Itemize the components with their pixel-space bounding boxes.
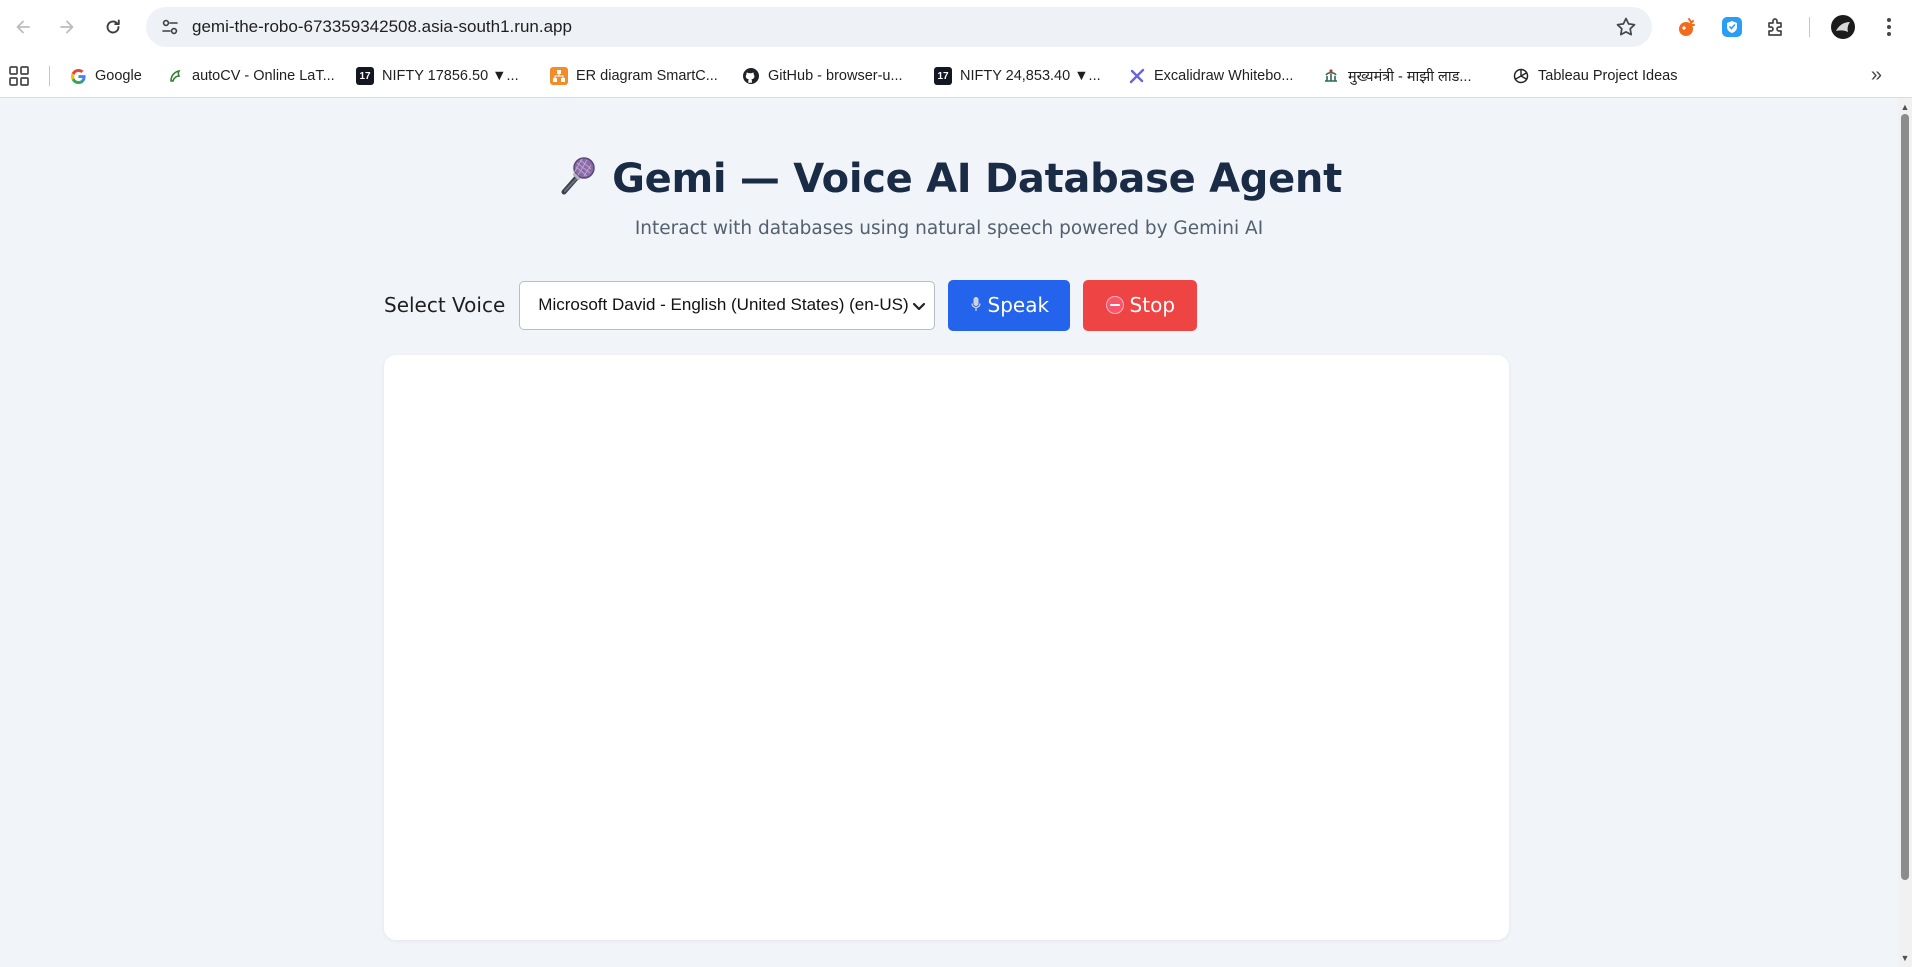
toolbar-divider <box>1809 17 1810 37</box>
google-icon <box>69 67 87 85</box>
bookmark-label: Google <box>95 68 142 84</box>
smartdraw-icon <box>550 67 568 85</box>
autocv-icon <box>166 67 184 85</box>
forward-icon[interactable] <box>52 12 82 42</box>
voice-select-value: Microsoft David - English (United States… <box>538 295 909 314</box>
reload-icon[interactable] <box>98 12 128 42</box>
bookmark-label: autoCV - Online LaT... <box>192 68 335 84</box>
conversation-panel <box>384 355 1509 940</box>
bookmark-mukhyamantri[interactable]: मुख्यमंत्री - माझी लाड... <box>1322 62 1471 90</box>
address-bar[interactable]: gemi-the-robo-673359342508.asia-south1.r… <box>146 7 1652 47</box>
bookmark-tableau[interactable]: Tableau Project Ideas <box>1512 62 1677 90</box>
extension-orange-icon[interactable] <box>1672 12 1702 42</box>
bookmark-nifty-2[interactable]: 17 NIFTY 24,853.40 ▼... <box>934 62 1101 90</box>
extensions-puzzle-icon[interactable] <box>1761 12 1791 42</box>
back-icon[interactable] <box>8 12 38 42</box>
page-subtitle: Interact with databases using natural sp… <box>634 218 1264 239</box>
bookmark-google[interactable]: Google <box>69 62 142 90</box>
government-emblem-icon <box>1322 67 1340 85</box>
bookmark-label: Excalidraw Whitebo... <box>1154 68 1294 84</box>
tradingview-icon: 17 <box>934 67 952 85</box>
speak-button[interactable]: Speak <box>948 279 1071 331</box>
voice-select[interactable]: Microsoft David - English (United States… <box>519 280 936 330</box>
voice-controls: Select Voice Microsoft David - English (… <box>384 279 1198 331</box>
browser-menu-icon[interactable] <box>1874 12 1904 42</box>
bookmark-label: NIFTY 24,853.40 ▼... <box>960 68 1101 84</box>
bookmarks-divider <box>49 66 50 86</box>
bookmark-label: GitHub - browser-u... <box>768 68 903 84</box>
extension-shield-icon[interactable] <box>1717 12 1747 42</box>
voice-select-label: Select Voice <box>384 293 506 317</box>
bookmark-github[interactable]: GitHub - browser-u... <box>742 62 903 90</box>
bookmark-nifty-1[interactable]: 17 NIFTY 17856.50 ▼... <box>356 62 519 90</box>
bookmark-excalidraw[interactable]: Excalidraw Whitebo... <box>1128 62 1293 90</box>
excalidraw-icon <box>1128 67 1146 85</box>
page-scrollbar[interactable]: ▲ ▼ <box>1898 98 1912 967</box>
bookmark-er-diagram[interactable]: ER diagram SmartC... <box>550 62 718 90</box>
bookmark-label: Tableau Project Ideas <box>1538 68 1678 84</box>
bookmark-star-icon[interactable] <box>1614 15 1638 39</box>
chevron-down-icon <box>912 298 926 312</box>
bookmark-label: ER diagram SmartC... <box>576 68 718 84</box>
no-entry-icon <box>1105 296 1124 314</box>
scroll-up-icon[interactable]: ▲ <box>1900 102 1910 112</box>
bookmarks-bar: Google autoCV - Online LaT... 17 NIFTY 1… <box>0 54 1912 98</box>
scroll-down-icon[interactable]: ▼ <box>1900 953 1910 963</box>
openai-icon <box>1512 67 1530 85</box>
studio-microphone-icon <box>970 293 982 317</box>
browser-toolbar: gemi-the-robo-673359342508.asia-south1.r… <box>0 0 1912 54</box>
github-icon <box>742 67 760 85</box>
scrollbar-thumb[interactable] <box>1901 114 1909 880</box>
bookmark-label: NIFTY 17856.50 ▼... <box>382 68 519 84</box>
bookmark-autocv[interactable]: autoCV - Online LaT... <box>166 62 335 90</box>
microphone-icon <box>556 154 598 206</box>
site-info-icon[interactable] <box>156 13 184 41</box>
speak-button-label: Speak <box>987 293 1050 317</box>
apps-grid-icon[interactable] <box>8 64 32 88</box>
stop-button-label: Stop <box>1129 293 1176 317</box>
page-title-text: Gemi — Voice AI Database Agent <box>612 156 1342 202</box>
url-text[interactable]: gemi-the-robo-673359342508.asia-south1.r… <box>192 7 572 47</box>
stop-button[interactable]: Stop <box>1083 279 1198 331</box>
page-title: Gemi — Voice AI Database Agent <box>0 154 1898 206</box>
profile-avatar[interactable] <box>1828 12 1858 42</box>
tradingview-icon: 17 <box>356 67 374 85</box>
more-bookmarks-icon[interactable]: » <box>1871 65 1882 85</box>
page-viewport: Gemi — Voice AI Database Agent Interact … <box>0 98 1898 967</box>
bookmark-label: मुख्यमंत्री - माझी लाड... <box>1348 69 1472 85</box>
